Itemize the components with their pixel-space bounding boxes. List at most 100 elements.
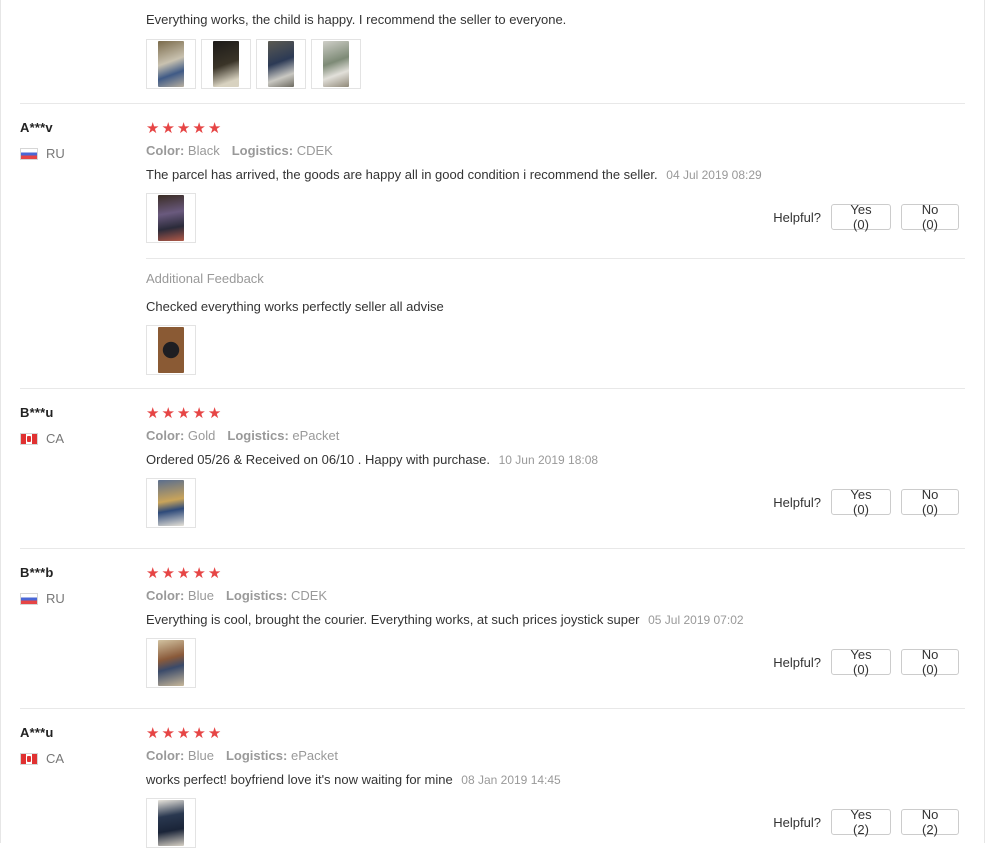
review-text: Ordered 05/26 & Received on 06/10 . Happ… [146,452,965,467]
helpful-no-button[interactable]: No (0) [901,202,959,232]
reviewer-country: CA [20,431,64,446]
review-photo[interactable] [311,39,361,89]
russia-flag-icon [20,147,38,160]
country-code: RU [46,146,65,161]
review-meta: Color: Blue Logistics: CDEK [146,588,965,603]
color-label: Color: [146,588,185,603]
country-code: CA [46,431,65,446]
review-date: 10 Jun 2019 18:08 [498,453,599,467]
star-icon: ★ [176,119,191,137]
review-photo[interactable] [146,193,196,243]
star-icon: ★ [192,404,206,422]
helpful-controls: Helpful? Yes (2) No (2) [773,807,959,837]
review-text: The parcel has arrived, the goods are ha… [146,167,965,182]
helpful-label: Helpful? [773,814,821,830]
review-content: ★ ★ ★ ★ ★ Color: Blue Logistics: CDEK Everyth… [146,564,965,688]
review-photo[interactable] [146,798,196,848]
reviewer-name: A***u [20,725,54,740]
reviewer-name: A***v [20,120,53,135]
helpful-controls: Helpful? Yes (0) No (0) [773,202,959,232]
star-icon: ★ [176,564,191,582]
logistics-label: Logistics: [225,588,288,603]
review-photo[interactable] [256,39,306,89]
review-meta: Color: Blue Logistics: ePacket [146,748,965,763]
canada-flag-icon [20,432,38,445]
helpful-yes-button[interactable]: Yes (2) [831,807,891,837]
logistics-value: ePacket [290,748,338,763]
review-photos [146,39,361,89]
review-content: ★ ★ ★ ★ ★ Color: Blue Logistics: ePacket work… [146,724,965,848]
review-photo[interactable] [146,638,196,688]
helpful-no-button[interactable]: No (2) [901,807,959,837]
additional-photos [146,325,965,375]
color-value: Blue [187,748,214,763]
review-content: ★ ★ ★ ★ ★ Color: Black Logistics: CDEK The pa… [146,119,965,375]
star-icon: ★ [161,564,175,582]
star-icon: ★ [192,564,206,582]
review-photo[interactable] [146,325,196,375]
review-text: Everything is cool, brought the courier.… [146,612,965,627]
helpful-controls: Helpful? Yes (0) No (0) [773,487,959,517]
star-icon: ★ [146,119,160,137]
logistics-label: Logistics: [231,143,294,158]
helpful-label: Helpful? [773,209,821,225]
review-photo[interactable] [146,478,196,528]
page-left-border [0,0,1,843]
helpful-yes-button[interactable]: Yes (0) [831,647,891,677]
logistics-label: Logistics: [225,748,288,763]
review-photo[interactable] [146,39,196,89]
canada-flag-icon [20,752,38,765]
additional-feedback: Additional Feedback Checked everything w… [146,258,965,375]
russia-flag-icon [20,592,38,605]
review-body: Everything is cool, brought the courier.… [146,612,640,627]
rating-stars: ★ ★ ★ ★ ★ [146,564,965,582]
reviewer-country: RU [20,146,65,161]
rating-stars: ★ ★ ★ ★ ★ [146,119,965,137]
star-icon: ★ [161,119,175,137]
star-icon: ★ [161,404,175,422]
logistics-value: CDEK [290,588,328,603]
color-label: Color: [146,428,185,443]
star-icon: ★ [207,724,222,742]
helpful-no-button[interactable]: No (0) [901,487,959,517]
logistics-value: CDEK [296,143,333,158]
reviewer-name: B***b [20,565,54,580]
additional-feedback-title: Additional Feedback [146,271,264,286]
reviewer-name: B***u [20,405,54,420]
review-content: ★ ★ ★ ★ ★ Color: Gold Logistics: ePacket Orde… [146,404,965,528]
star-icon: ★ [146,404,160,422]
star-icon: ★ [192,724,206,742]
review-item: A***v RU ★ ★ ★ ★ ★ Color: Black Logistics: CD… [20,103,965,389]
helpful-label: Helpful? [773,494,821,510]
reviewer-country: RU [20,591,65,606]
country-code: CA [46,751,65,766]
review-photo[interactable] [201,39,251,89]
color-value: Blue [187,588,214,603]
helpful-yes-button[interactable]: Yes (0) [831,202,891,232]
star-icon: ★ [176,724,191,742]
helpful-label: Helpful? [773,654,821,670]
helpful-yes-button[interactable]: Yes (0) [831,487,891,517]
review-body: Ordered 05/26 & Received on 06/10 . Happ… [146,452,490,467]
helpful-no-button[interactable]: No (0) [901,647,959,677]
rating-stars: ★ ★ ★ ★ ★ [146,724,965,742]
review-date: 04 Jul 2019 08:29 [666,168,762,182]
additional-feedback-text: Checked everything works perfectly selle… [146,299,444,314]
review-item: B***u CA ★ ★ ★ ★ ★ Color: Gold Logistics: ePa… [20,388,965,549]
country-code: RU [46,591,65,606]
review-body: works perfect! boyfriend love it's now w… [146,772,453,787]
star-icon: ★ [161,724,175,742]
review-meta: Color: Black Logistics: CDEK [146,143,965,158]
star-icon: ★ [146,724,160,742]
review-item: A***u CA ★ ★ ★ ★ ★ Color: Blue Logistics: ePa… [20,708,965,848]
color-label: Color: [146,748,185,763]
review-item: B***b RU ★ ★ ★ ★ ★ Color: Blue Logistics: CDE… [20,548,965,709]
color-label: Color: [146,143,185,158]
star-icon: ★ [176,404,191,422]
color-value: Black [187,143,220,158]
star-icon: ★ [207,564,222,582]
star-icon: ★ [146,564,160,582]
reviewer-country: CA [20,751,64,766]
logistics-label: Logistics: [227,428,289,443]
review-meta: Color: Gold Logistics: ePacket [146,428,965,443]
